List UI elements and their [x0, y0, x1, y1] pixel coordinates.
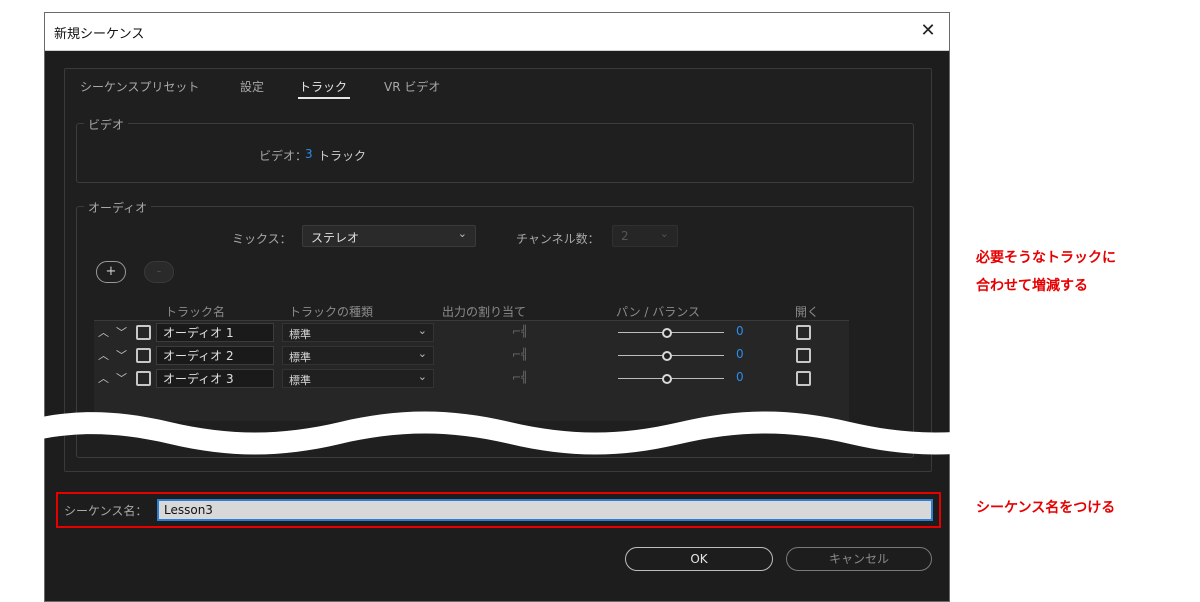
- pan-slider-knob[interactable]: [662, 351, 672, 361]
- dialog-title: 新規シーケンス: [54, 27, 145, 42]
- chevron-down-icon: ⌄: [457, 227, 467, 240]
- active-tab-indicator: [298, 97, 350, 99]
- track-type-select[interactable]: 標準 ⌄: [282, 323, 434, 342]
- open-checkbox[interactable]: [796, 371, 811, 386]
- column-output-assign: 出力の割り当て: [442, 305, 527, 319]
- move-down-icon[interactable]: ﹀: [116, 370, 127, 386]
- table-row: ︿ ﹀ オーディオ 3 標準 ⌄ ⌐╣ 0: [96, 368, 836, 390]
- mix-select-value: ステレオ: [311, 231, 360, 245]
- tab-settings[interactable]: 設定: [240, 78, 264, 95]
- page-break-wave: [0, 411, 1200, 455]
- chevron-down-icon: ⌄: [417, 347, 427, 360]
- remove-track-button: -: [144, 261, 174, 283]
- table-row: ︿ ﹀ オーディオ 2 標準 ⌄ ⌐╣ 0: [96, 345, 836, 367]
- track-name-input[interactable]: オーディオ 3: [156, 369, 274, 388]
- mix-select[interactable]: ステレオ ⌄: [302, 225, 476, 247]
- output-routing-icon[interactable]: ⌐╣: [512, 325, 528, 338]
- add-track-button[interactable]: +: [96, 261, 126, 283]
- close-icon[interactable]: ✕: [915, 19, 941, 43]
- sequence-name-input[interactable]: Lesson3: [157, 499, 933, 521]
- track-type-value: 標準: [289, 328, 311, 341]
- tab-sequence-presets[interactable]: シーケンスプリセット: [80, 78, 199, 95]
- chevron-down-icon: ⌄: [417, 324, 427, 337]
- output-routing-icon[interactable]: ⌐╣: [512, 348, 528, 361]
- move-up-icon[interactable]: ︿: [98, 370, 109, 386]
- channels-select: 2 ⌄: [612, 225, 678, 247]
- pan-slider-knob[interactable]: [662, 328, 672, 338]
- track-name-input[interactable]: オーディオ 1: [156, 323, 274, 342]
- track-name-input[interactable]: オーディオ 2: [156, 346, 274, 365]
- column-track-type: トラックの種類: [289, 305, 374, 319]
- track-checkbox[interactable]: [136, 348, 151, 363]
- title-bar: 新規シーケンス ✕: [45, 13, 949, 51]
- track-checkbox[interactable]: [136, 325, 151, 340]
- channels-select-value: 2: [621, 229, 629, 243]
- audio-legend: オーディオ: [84, 199, 152, 216]
- cancel-button[interactable]: キャンセル: [786, 547, 932, 571]
- column-pan-balance: パン / バランス: [616, 305, 701, 319]
- chevron-down-icon: ⌄: [417, 370, 427, 383]
- track-type-value: 標準: [289, 374, 311, 387]
- open-checkbox[interactable]: [796, 325, 811, 340]
- track-type-select[interactable]: 標準 ⌄: [282, 369, 434, 388]
- open-checkbox[interactable]: [796, 348, 811, 363]
- video-group: [76, 123, 914, 183]
- video-tracks-label: ビデオ：: [259, 149, 308, 163]
- tracks-annotation: 必要そうなトラックに 合わせて増減する: [976, 244, 1116, 300]
- channels-label: チャンネル数：: [516, 232, 600, 246]
- output-routing-icon[interactable]: ⌐╣: [512, 371, 528, 384]
- tracks-annotation-line1: 必要そうなトラックに: [976, 250, 1116, 266]
- video-track-count[interactable]: 3: [305, 147, 313, 161]
- table-row: ︿ ﹀ オーディオ 1 標準 ⌄ ⌐╣ 0: [96, 322, 836, 344]
- sequence-name-annotation: シーケンス名をつける: [976, 500, 1116, 516]
- video-legend: ビデオ: [84, 116, 129, 133]
- pan-value[interactable]: 0: [736, 347, 744, 361]
- track-type-select[interactable]: 標準 ⌄: [282, 346, 434, 365]
- move-up-icon[interactable]: ︿: [98, 347, 109, 363]
- pan-value[interactable]: 0: [736, 370, 744, 384]
- tab-vr-video[interactable]: VR ビデオ: [384, 78, 440, 95]
- tracks-annotation-line2: 合わせて増減する: [976, 278, 1088, 294]
- pan-slider-knob[interactable]: [662, 374, 672, 384]
- column-track-name: トラック名: [165, 305, 226, 319]
- track-type-value: 標準: [289, 351, 311, 364]
- video-track-unit: トラック: [318, 149, 367, 163]
- track-checkbox[interactable]: [136, 371, 151, 386]
- mix-label: ミックス：: [232, 232, 292, 246]
- move-down-icon[interactable]: ﹀: [116, 347, 127, 363]
- tab-tracks[interactable]: トラック: [299, 78, 347, 95]
- move-down-icon[interactable]: ﹀: [116, 324, 127, 340]
- chevron-down-icon: ⌄: [659, 227, 669, 240]
- sequence-name-label: シーケンス名：: [64, 504, 148, 518]
- move-up-icon[interactable]: ︿: [98, 324, 109, 340]
- ok-button[interactable]: OK: [625, 547, 773, 571]
- pan-value[interactable]: 0: [736, 324, 744, 338]
- column-open: 開く: [795, 305, 820, 319]
